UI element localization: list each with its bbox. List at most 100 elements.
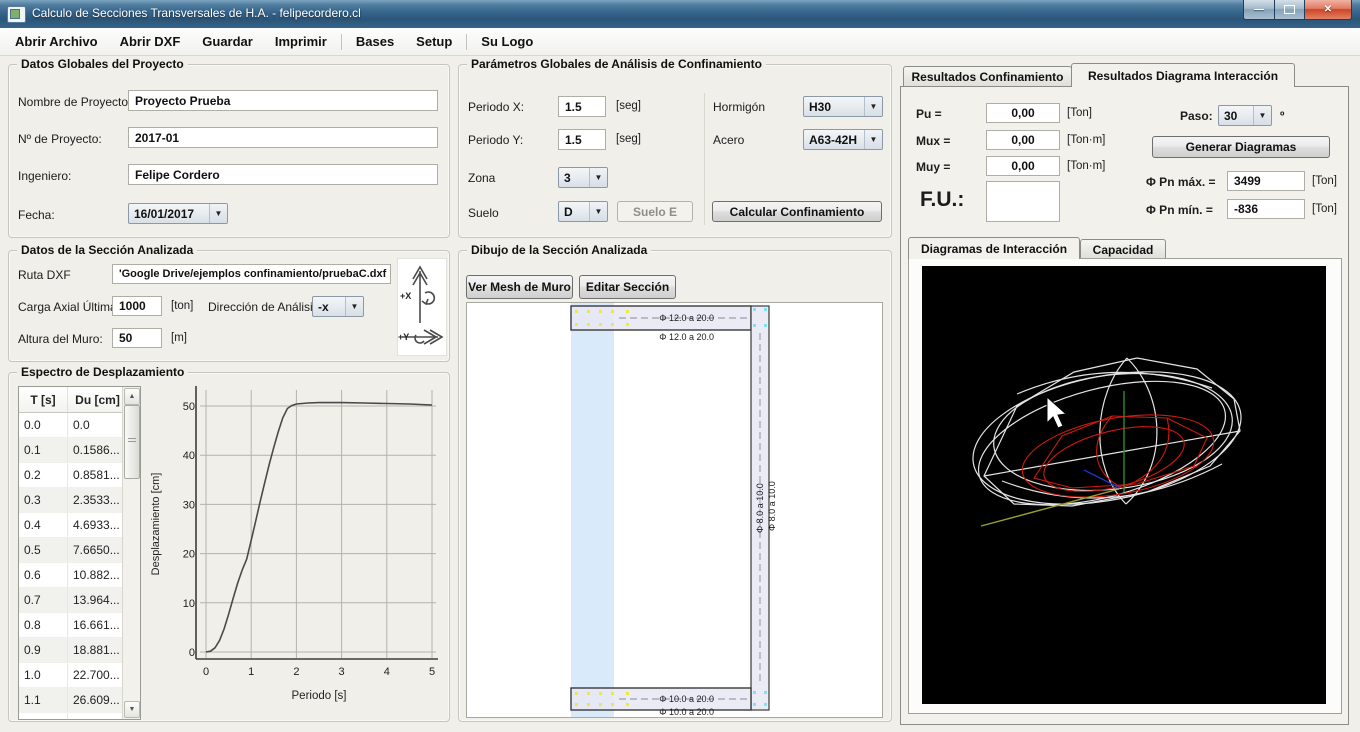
calcular-confinamiento-button[interactable]: Calcular Confinamiento xyxy=(712,201,882,222)
axis-y-label: +Y xyxy=(398,332,409,342)
direccion-analisis-dropdown[interactable]: -x ▼ xyxy=(312,296,364,317)
menu-bases[interactable]: Bases xyxy=(345,34,405,49)
table-row[interactable] xyxy=(19,713,128,721)
altura-muro-input[interactable]: 50 xyxy=(112,328,162,348)
fecha-value: 16/01/2017 xyxy=(129,204,209,223)
table-cell: 16.661... xyxy=(68,613,128,638)
menu-separator xyxy=(341,34,342,50)
periodo-x-input[interactable]: 1.5 xyxy=(558,96,606,117)
column-header-t[interactable]: T [s] xyxy=(19,387,68,413)
ruta-dxf-input[interactable]: 'Google Drive/ejemplos confinamiento/pru… xyxy=(112,264,391,284)
group-title: Espectro de Desplazamiento xyxy=(17,365,188,379)
menu-setup[interactable]: Setup xyxy=(405,34,463,49)
title-bar[interactable]: Calculo de Secciones Transversales de H.… xyxy=(0,0,1360,28)
table-row[interactable]: 0.44.6933... xyxy=(19,513,128,538)
table-row[interactable]: 0.32.3533... xyxy=(19,488,128,513)
pn-min-input[interactable]: -836 xyxy=(1227,199,1305,219)
paso-dropdown[interactable]: 30 ▼ xyxy=(1218,105,1272,126)
axis-x-label: +X xyxy=(400,291,411,301)
menu-guardar[interactable]: Guardar xyxy=(191,34,264,49)
numero-proyecto-input[interactable]: 2017-01 xyxy=(128,127,438,148)
svg-text:Periodo [s]: Periodo [s] xyxy=(292,690,347,702)
interaction-diagram-canvas[interactable] xyxy=(922,266,1326,704)
svg-text:4: 4 xyxy=(384,666,390,678)
table-row[interactable]: 0.610.882... xyxy=(19,563,128,588)
table-cell xyxy=(68,713,128,721)
spectrum-table[interactable]: T [s] Du [cm] 0.00.00.10.1586...0.20.858… xyxy=(18,386,141,720)
nombre-proyecto-label: Nombre de Proyecto: xyxy=(18,95,131,109)
periodo-y-input[interactable]: 1.5 xyxy=(558,129,606,150)
chevron-down-icon: ▼ xyxy=(1253,106,1271,125)
rebar-label-web-2: Φ 8.0 a 10.0 xyxy=(767,481,777,531)
table-cell: 26.609... xyxy=(68,688,128,713)
nombre-proyecto-input[interactable]: Proyecto Prueba xyxy=(128,90,438,111)
pu-label: Pu = xyxy=(916,107,942,121)
minimize-button[interactable]: — xyxy=(1243,0,1275,20)
muy-label: Muy = xyxy=(916,160,950,174)
table-row[interactable]: 1.022.700... xyxy=(19,663,128,688)
table-row[interactable]: 1.126.609... xyxy=(19,688,128,713)
rebar-label-web-1: Φ 8.0 a 10.0 xyxy=(755,483,765,533)
ingeniero-input[interactable]: Felipe Cordero xyxy=(128,164,438,185)
table-row[interactable]: 0.10.1586... xyxy=(19,438,128,463)
table-row[interactable]: 0.816.661... xyxy=(19,613,128,638)
pu-unit: [Ton] xyxy=(1067,107,1092,119)
tab-capacidad[interactable]: Capacidad xyxy=(1080,239,1166,259)
tab-resultados-diagrama[interactable]: Resultados Diagrama Interacción xyxy=(1071,63,1295,87)
rebar-label-bottom-1: Φ 10.0 a 20.0 xyxy=(659,694,714,704)
table-row[interactable]: 0.57.6650... xyxy=(19,538,128,563)
svg-text:10: 10 xyxy=(183,598,195,610)
table-cell: 0.3 xyxy=(19,488,68,513)
tab-diagramas-interaccion[interactable]: Diagramas de Interacción xyxy=(908,237,1080,259)
app-window: Calculo de Secciones Transversales de H.… xyxy=(0,0,1360,732)
svg-text:3: 3 xyxy=(339,666,345,678)
direccion-value: -x xyxy=(313,297,345,316)
acero-dropdown[interactable]: A63-42H ▼ xyxy=(803,129,883,150)
table-scrollbar[interactable]: ▲ ▼ xyxy=(122,387,140,719)
svg-text:5: 5 xyxy=(429,666,435,678)
editar-seccion-button[interactable]: Editar Sección xyxy=(579,275,676,299)
table-row[interactable]: 0.20.8581... xyxy=(19,463,128,488)
section-drawing-canvas[interactable]: Φ 12.0 a 20.0 Φ 12.0 a 20.0 Φ 8.0 a 10.0… xyxy=(466,302,883,718)
generar-diagramas-button[interactable]: Generar Diagramas xyxy=(1152,136,1330,158)
table-cell: 0.9 xyxy=(19,638,68,663)
window-title: Calculo de Secciones Transversales de H.… xyxy=(32,6,361,20)
table-cell: 0.2 xyxy=(19,463,68,488)
menu-imprimir[interactable]: Imprimir xyxy=(264,34,338,49)
hormigon-dropdown[interactable]: H30 ▼ xyxy=(803,96,883,117)
altura-muro-unit: [m] xyxy=(171,332,187,344)
scrollbar-thumb[interactable] xyxy=(124,405,140,479)
tab-resultados-confinamiento[interactable]: Resultados Confinamiento xyxy=(903,66,1072,87)
muy-input[interactable]: 0,00 xyxy=(986,156,1060,176)
pu-input[interactable]: 0,00 xyxy=(986,103,1060,123)
table-cell: 0.8 xyxy=(19,613,68,638)
confined-zone-band xyxy=(571,303,614,717)
fu-input[interactable] xyxy=(986,181,1060,222)
mux-input[interactable]: 0,00 xyxy=(986,130,1060,150)
svg-text:50: 50 xyxy=(183,401,195,413)
menu-abrir-dxf[interactable]: Abrir DXF xyxy=(109,34,192,49)
acero-value: A63-42H xyxy=(804,130,864,149)
suelo-dropdown[interactable]: D ▼ xyxy=(558,201,608,222)
maximize-button[interactable] xyxy=(1275,0,1305,20)
carga-axial-input[interactable]: 1000 xyxy=(112,296,162,316)
menu-abrir-archivo[interactable]: Abrir Archivo xyxy=(4,34,109,49)
suelo-e-button[interactable]: Suelo E xyxy=(617,201,693,222)
table-row[interactable]: 0.713.964... xyxy=(19,588,128,613)
table-row[interactable]: 0.918.881... xyxy=(19,638,128,663)
close-button[interactable]: ✕ xyxy=(1305,0,1352,20)
fecha-dropdown[interactable]: 16/01/2017 ▼ xyxy=(128,203,228,224)
menu-su-logo[interactable]: Su Logo xyxy=(470,34,544,49)
muy-unit: [Ton·m] xyxy=(1067,160,1105,172)
ver-mesh-button[interactable]: Ver Mesh de Muro xyxy=(466,275,573,299)
zona-dropdown[interactable]: 3 ▼ xyxy=(558,167,608,188)
svg-text:20: 20 xyxy=(183,549,195,561)
pn-max-input[interactable]: 3499 xyxy=(1227,171,1305,191)
group-title: Dibujo de la Sección Analizada xyxy=(467,243,651,257)
column-header-du[interactable]: Du [cm] xyxy=(68,387,128,413)
group-title: Parámetros Globales de Análisis de Confi… xyxy=(467,57,766,71)
app-icon xyxy=(7,6,26,23)
scroll-up-icon[interactable]: ▲ xyxy=(124,388,140,405)
scroll-down-icon[interactable]: ▼ xyxy=(124,701,140,718)
table-row[interactable]: 0.00.0 xyxy=(19,413,128,438)
